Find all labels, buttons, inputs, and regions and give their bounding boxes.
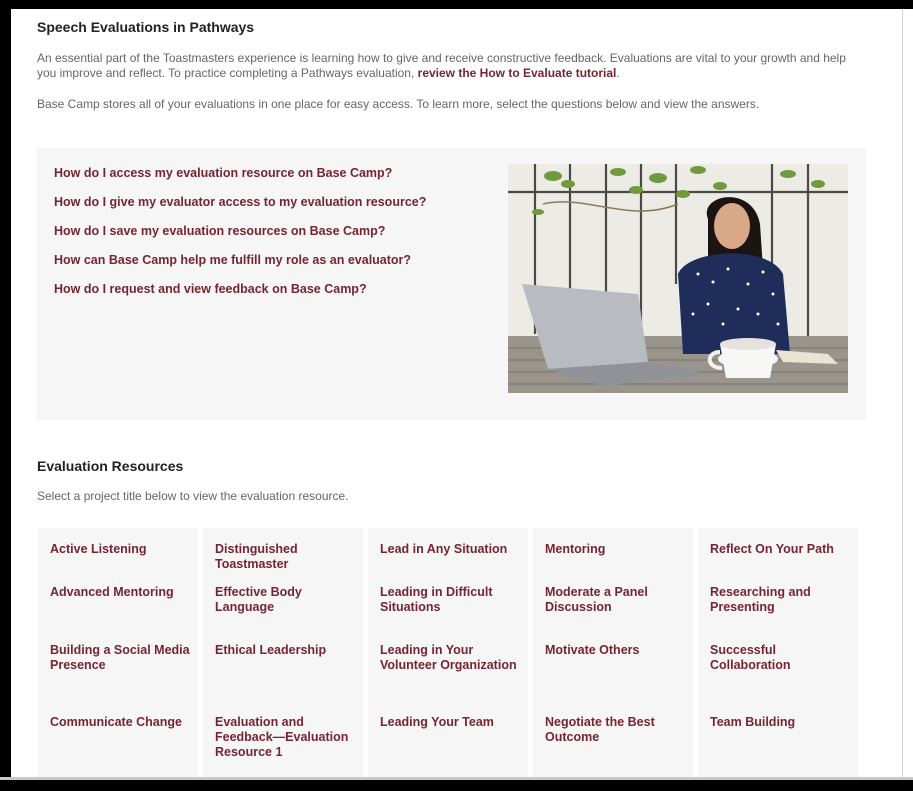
resource-link[interactable]: Successful Collaboration xyxy=(710,643,850,673)
resource-cell: Leading in Difficult Situations xyxy=(368,585,528,643)
resource-link[interactable]: Reflect On Your Path xyxy=(710,542,850,557)
resource-link[interactable]: Leading in Your Volunteer Organization xyxy=(380,643,520,673)
resource-link[interactable]: Communicate Change xyxy=(50,715,190,730)
page-content: Speech Evaluations in Pathways An essent… xyxy=(11,9,902,777)
resources-subtitle: Select a project title below to view the… xyxy=(37,489,349,503)
resource-cell: Active Listening xyxy=(38,528,198,585)
faq-question-save[interactable]: How do I save my evaluation resources on… xyxy=(54,224,385,238)
resource-link[interactable]: Moderate a Panel Discussion xyxy=(545,585,685,615)
how-to-evaluate-link[interactable]: review the How to Evaluate tutorial xyxy=(418,66,617,80)
faq-item: How do I save my evaluation resources on… xyxy=(54,222,494,251)
resource-column: Active Listening Advanced Mentoring Buil… xyxy=(38,528,198,777)
resource-cell: Successful Collaboration xyxy=(698,643,858,715)
screen-border-top xyxy=(0,0,913,9)
resource-link[interactable]: Researching and Presenting xyxy=(710,585,850,615)
scroll-edge xyxy=(902,9,903,780)
faq-panel: How do I access my evaluation resource o… xyxy=(37,148,866,420)
faq-question-feedback[interactable]: How do I request and view feedback on Ba… xyxy=(54,282,367,296)
resource-cell: Leading in Your Volunteer Organization xyxy=(368,643,528,715)
resource-link[interactable]: Evaluation and Feedback—Evaluation Resou… xyxy=(215,715,355,760)
resource-link[interactable]: Active Listening xyxy=(50,542,190,557)
resource-link[interactable]: Effective Body Language xyxy=(215,585,355,615)
faq-item: How can Base Camp help me fulfill my rol… xyxy=(54,251,494,280)
faq-item: How do I give my evaluator access to my … xyxy=(54,193,494,222)
resource-cell: Moderate a Panel Discussion xyxy=(533,585,693,643)
resource-cell: Negotiate the Best Outcome xyxy=(533,715,693,745)
screen-border-right xyxy=(903,9,913,780)
resource-cell: Leading Your Team xyxy=(368,715,528,730)
resource-cell: Lead in Any Situation xyxy=(368,528,528,585)
resource-link[interactable]: Distinguished Toastmaster xyxy=(215,542,355,572)
faq-question-evaluator-role[interactable]: How can Base Camp help me fulfill my rol… xyxy=(54,253,411,267)
resource-link[interactable]: Building a Social Media Presence xyxy=(50,643,190,673)
faq-question-give-access[interactable]: How do I give my evaluator access to my … xyxy=(54,195,426,209)
resource-column: Reflect On Your Path Researching and Pre… xyxy=(698,528,858,777)
woman-laptop-photo xyxy=(508,164,848,393)
resources-title: Evaluation Resources xyxy=(37,458,184,474)
faq-question-access[interactable]: How do I access my evaluation resource o… xyxy=(54,166,392,180)
resource-link[interactable]: Team Building xyxy=(710,715,850,730)
resource-grid: Active Listening Advanced Mentoring Buil… xyxy=(38,528,860,777)
resource-link[interactable]: Mentoring xyxy=(545,542,685,557)
resource-link[interactable]: Leading Your Team xyxy=(380,715,520,730)
resource-cell: Effective Body Language xyxy=(203,585,363,643)
resource-link[interactable]: Negotiate the Best Outcome xyxy=(545,715,685,745)
photo-illustration xyxy=(508,164,848,393)
resource-cell: Distinguished Toastmaster xyxy=(203,528,363,585)
resource-cell: Team Building xyxy=(698,715,858,730)
page-title: Speech Evaluations in Pathways xyxy=(37,19,255,35)
resource-link[interactable]: Lead in Any Situation xyxy=(380,542,520,557)
intro-paragraph-2: Base Camp stores all of your evaluations… xyxy=(37,97,760,111)
screen-border-left xyxy=(0,0,11,791)
screen-border-bottom xyxy=(0,780,913,791)
resource-link[interactable]: Motivate Others xyxy=(545,643,685,658)
resource-cell: Researching and Presenting xyxy=(698,585,858,643)
resource-link[interactable]: Leading in Difficult Situations xyxy=(380,585,520,615)
resource-link[interactable]: Ethical Leadership xyxy=(215,643,355,658)
resource-cell: Communicate Change xyxy=(38,715,198,730)
resource-cell: Mentoring xyxy=(533,528,693,585)
resource-cell: Reflect On Your Path xyxy=(698,528,858,585)
faq-list: How do I access my evaluation resource o… xyxy=(54,164,494,309)
resource-cell: Evaluation and Feedback—Evaluation Resou… xyxy=(203,715,363,760)
resource-column: Mentoring Moderate a Panel Discussion Mo… xyxy=(533,528,693,777)
resource-cell: Advanced Mentoring xyxy=(38,585,198,643)
intro-end: . xyxy=(616,66,620,80)
faq-item: How do I access my evaluation resource o… xyxy=(54,164,494,193)
resource-column: Lead in Any Situation Leading in Difficu… xyxy=(368,528,528,777)
resource-column: Distinguished Toastmaster Effective Body… xyxy=(203,528,363,777)
resource-cell: Motivate Others xyxy=(533,643,693,715)
faq-item: How do I request and view feedback on Ba… xyxy=(54,280,494,309)
resource-cell: Ethical Leadership xyxy=(203,643,363,715)
resource-link[interactable]: Advanced Mentoring xyxy=(50,585,190,600)
resource-cell: Building a Social Media Presence xyxy=(38,643,198,715)
intro-paragraph: An essential part of the Toastmasters ex… xyxy=(37,51,859,81)
